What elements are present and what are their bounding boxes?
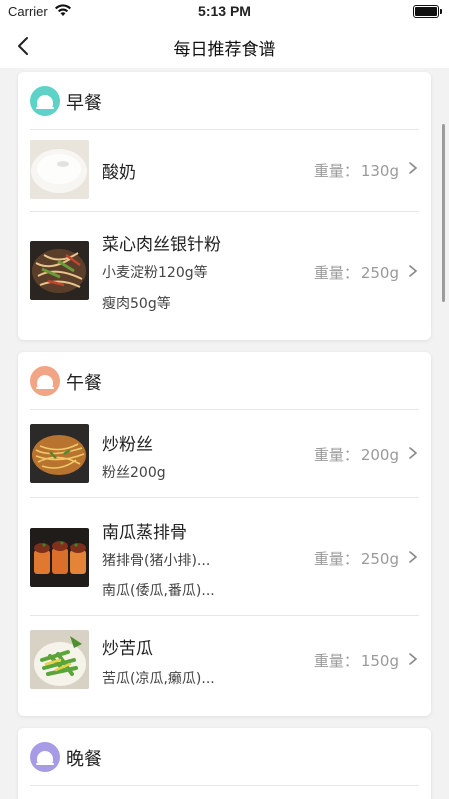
lunch-card: 午餐 炒粉丝 粉丝200g 重量： 200g 南瓜蒸排骨 猪排骨(猪小排)...… bbox=[18, 352, 431, 716]
food-name: 酸奶 bbox=[102, 163, 136, 183]
food-name: 炒粉丝 bbox=[102, 435, 153, 455]
status-time: 5:13 PM bbox=[198, 3, 251, 19]
weight-label: 重量： 250g bbox=[313, 264, 399, 282]
bitter-melon-image bbox=[30, 630, 89, 689]
food-name: 南瓜蒸排骨 bbox=[102, 523, 187, 543]
yogurt-image bbox=[30, 140, 89, 199]
ingredient-line: 苦瓜(凉瓜,癞瓜)... bbox=[102, 671, 215, 687]
weight-label: 重量： 250g bbox=[313, 550, 399, 568]
weight-label: 重量： 150g bbox=[313, 652, 399, 670]
ingredient-line: 南瓜(倭瓜,番瓜)... bbox=[102, 583, 215, 599]
page-title: 每日推荐食谱 bbox=[173, 40, 276, 60]
breakfast-header: 早餐 bbox=[30, 72, 419, 130]
lunch-icon bbox=[30, 366, 60, 396]
chevron-right-icon bbox=[409, 447, 418, 459]
navigation-bar: 每日推荐食谱 bbox=[0, 24, 449, 68]
back-button[interactable] bbox=[10, 32, 38, 60]
ingredient-line: 猪排骨(猪小排)... bbox=[102, 553, 211, 569]
food-item-vermicelli-pork[interactable]: 菜心肉丝银针粉 小麦淀粉120g等 瘦肉50g等 重量： 250g bbox=[30, 212, 419, 340]
chevron-right-icon bbox=[409, 265, 418, 277]
food-name: 菜心肉丝银针粉 bbox=[102, 235, 221, 255]
vermicelli-pork-image bbox=[30, 241, 89, 300]
ingredient-line: 粉丝200g bbox=[102, 465, 166, 481]
weight-label: 重量： 200g bbox=[313, 446, 399, 464]
breakfast-icon bbox=[30, 86, 60, 116]
dinner-icon bbox=[30, 742, 60, 772]
status-bar: Carrier 5:13 PM bbox=[0, 0, 449, 24]
breakfast-card: 早餐 酸奶 重量： 130g 菜心肉丝银针粉 小麦淀粉120g等 瘦肉50g等 … bbox=[18, 72, 431, 340]
food-name: 炒苦瓜 bbox=[102, 639, 153, 659]
ingredient-line: 瘦肉50g等 bbox=[102, 296, 171, 312]
chevron-right-icon bbox=[409, 162, 418, 174]
pumpkin-ribs-image bbox=[30, 528, 89, 587]
dinner-title: 晚餐 bbox=[66, 749, 102, 770]
food-item-yogurt[interactable]: 酸奶 重量： 130g bbox=[30, 130, 419, 212]
dinner-header: 晚餐 bbox=[30, 728, 419, 786]
breakfast-title: 早餐 bbox=[66, 93, 102, 114]
lunch-title: 午餐 bbox=[66, 373, 102, 394]
scrollbar[interactable] bbox=[442, 124, 445, 302]
chevron-right-icon bbox=[409, 653, 418, 665]
food-item-fried-vermicelli[interactable]: 炒粉丝 粉丝200g 重量： 200g bbox=[30, 410, 419, 498]
weight-label: 重量： 130g bbox=[313, 162, 399, 180]
lunch-header: 午餐 bbox=[30, 352, 419, 410]
battery-icon bbox=[413, 5, 442, 18]
food-item-bitter-melon[interactable]: 炒苦瓜 苦瓜(凉瓜,癞瓜)... 重量： 150g bbox=[30, 616, 419, 716]
chevron-right-icon bbox=[409, 551, 418, 563]
food-item-pumpkin-ribs[interactable]: 南瓜蒸排骨 猪排骨(猪小排)... 南瓜(倭瓜,番瓜)... 重量： 250g bbox=[30, 498, 419, 616]
dinner-card: 晚餐 bbox=[18, 728, 431, 799]
ingredient-line: 小麦淀粉120g等 bbox=[102, 265, 208, 281]
fried-vermicelli-image bbox=[30, 424, 89, 483]
